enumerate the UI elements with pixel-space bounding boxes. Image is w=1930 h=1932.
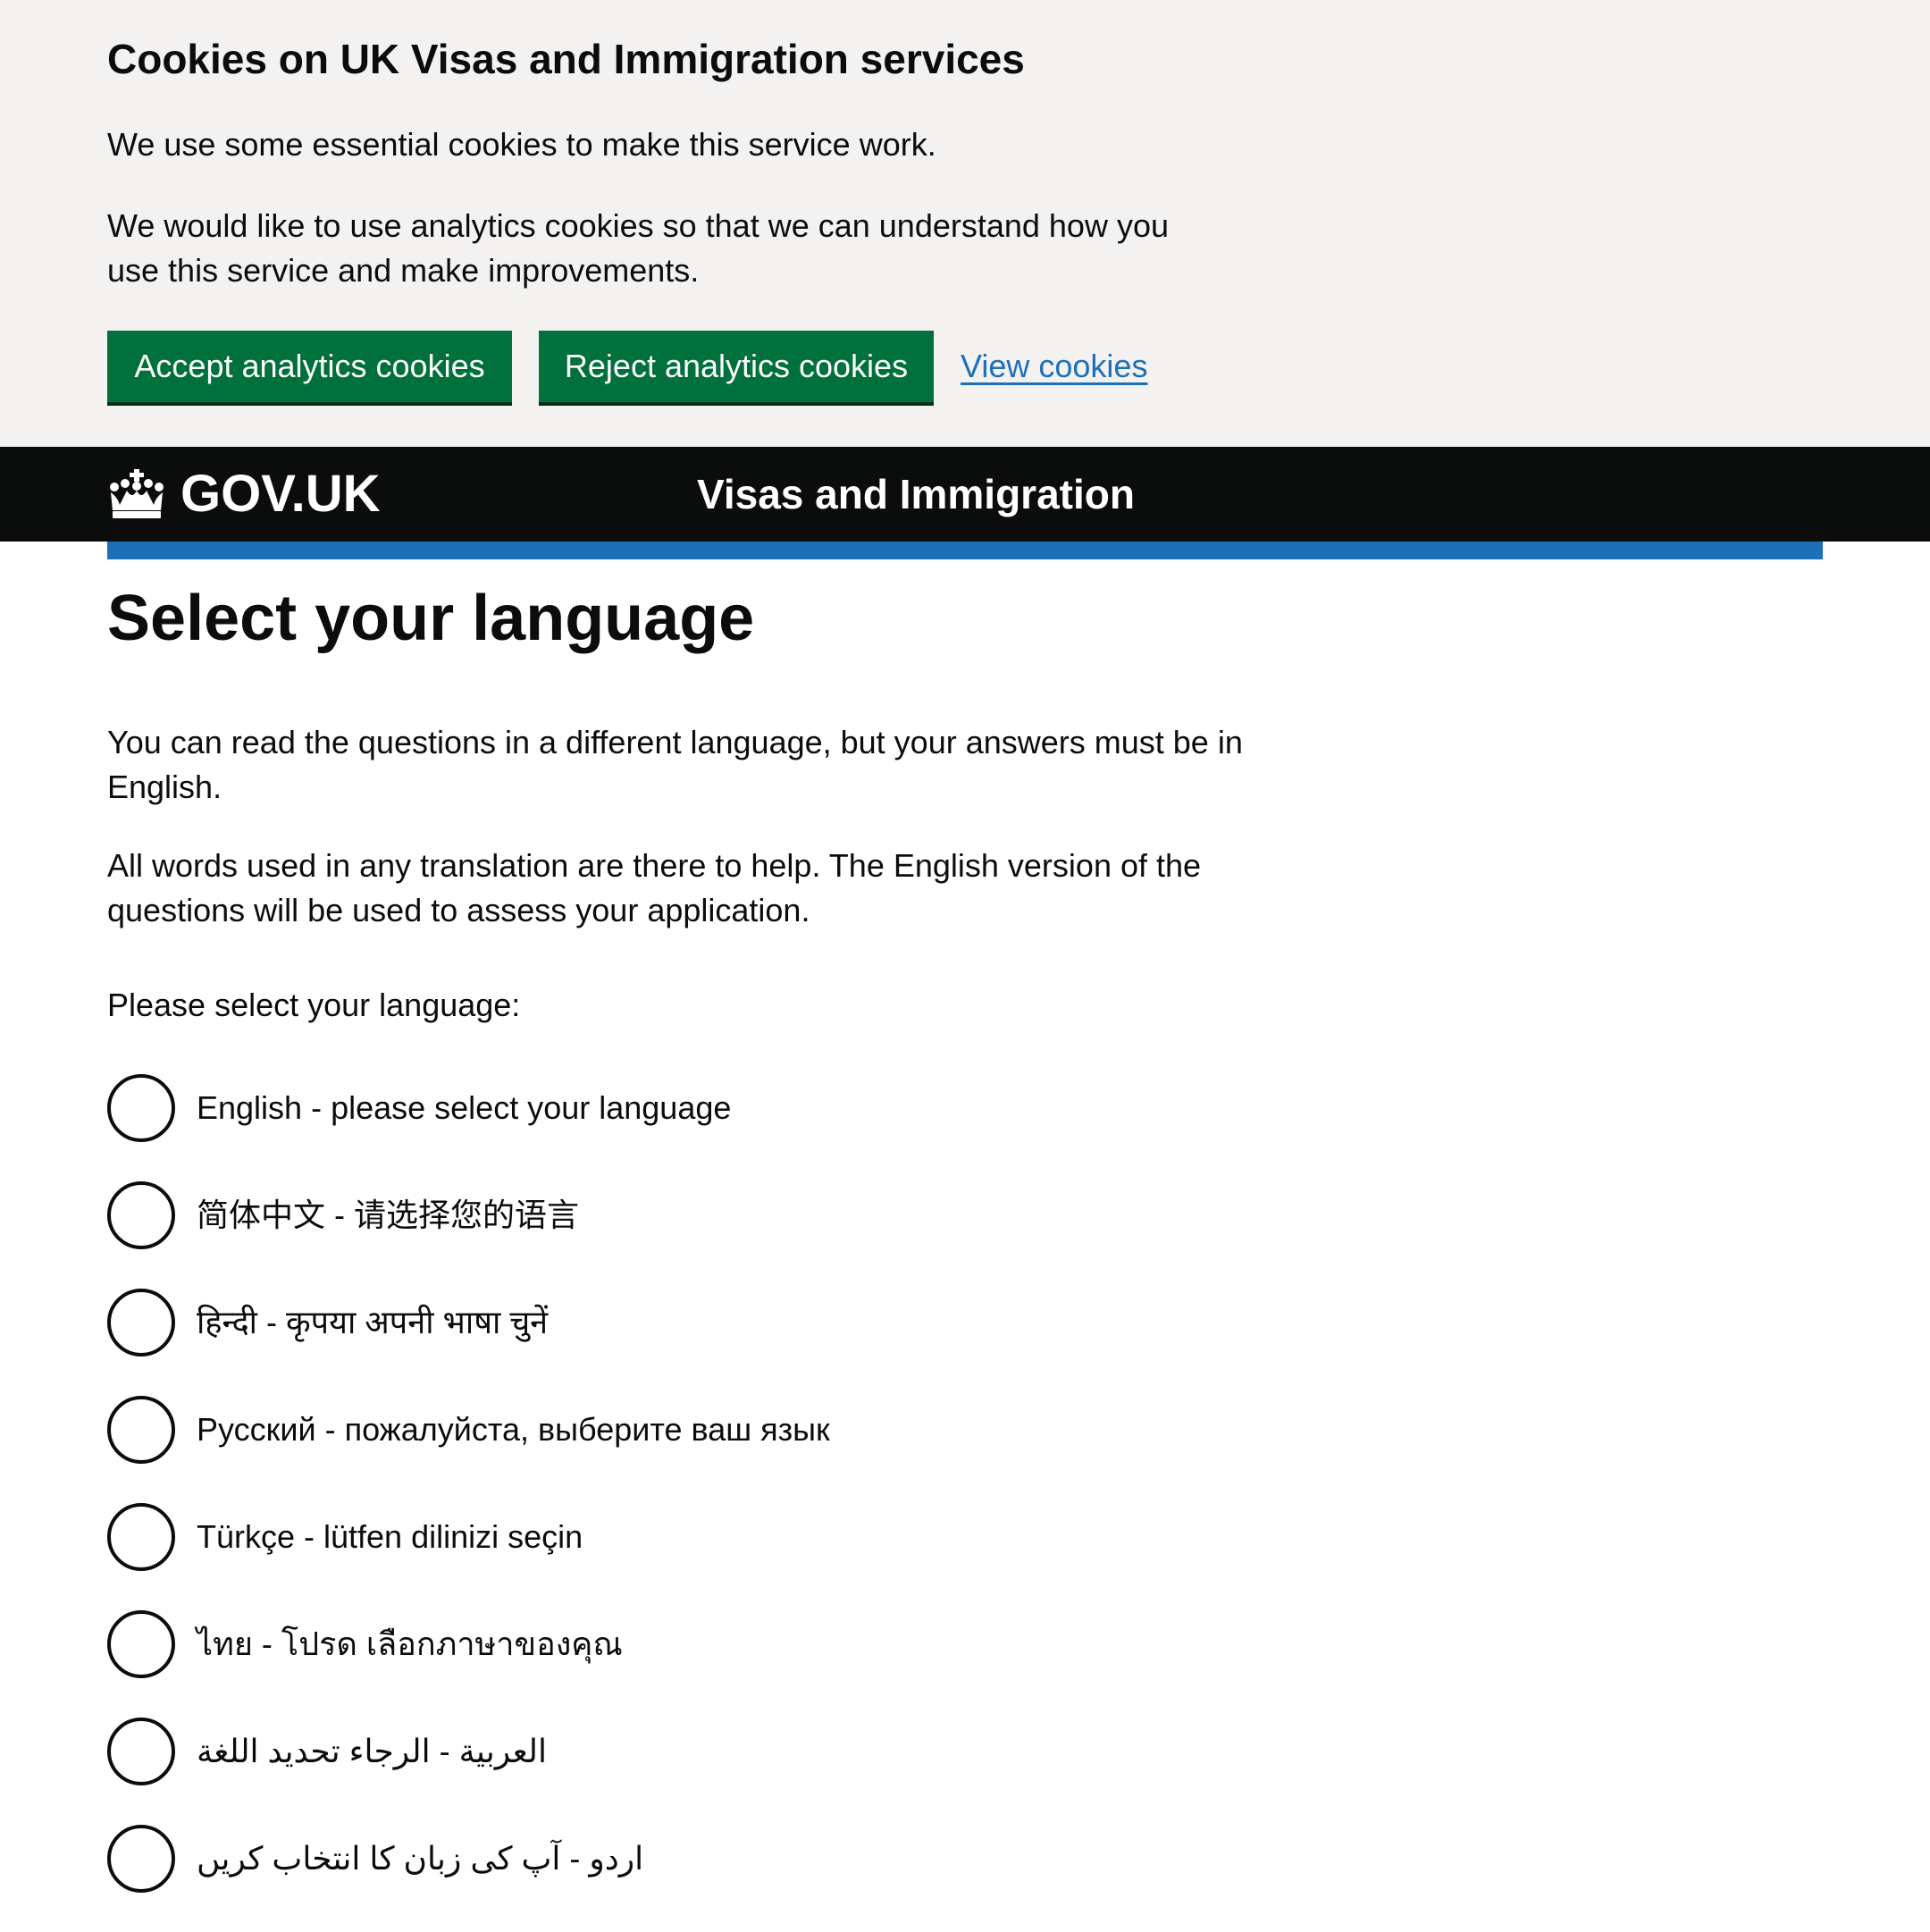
radio-button[interactable]	[107, 1396, 175, 1464]
language-option-thai[interactable]: ไทย - โปรด เลือกภาษาของคุณ	[107, 1610, 830, 1718]
language-option-arabic[interactable]: العربية - الرجاء تحديد اللغة	[107, 1718, 830, 1825]
language-option-urdu[interactable]: اردو - آپ کی زبان کا انتخاب کریں	[107, 1825, 830, 1932]
accept-analytics-cookies-button[interactable]: Accept analytics cookies	[107, 331, 512, 402]
radio-button[interactable]	[107, 1181, 175, 1249]
govuk-logo-link[interactable]: GOV.UK	[107, 466, 380, 522]
radio-label[interactable]: ไทย - โปรด เลือกภาษาของคุณ	[197, 1621, 623, 1667]
language-radio-group: English - please select your language 简体…	[107, 1074, 830, 1932]
radio-button[interactable]	[107, 1503, 175, 1571]
cookie-banner-title: Cookies on UK Visas and Immigration serv…	[107, 36, 1025, 82]
intro-paragraph: You can read the questions in a differen…	[107, 724, 1243, 805]
cookie-banner: Cookies on UK Visas and Immigration serv…	[0, 0, 1930, 447]
radio-button[interactable]	[107, 1825, 175, 1893]
radio-button[interactable]	[107, 1718, 175, 1785]
radio-button[interactable]	[107, 1289, 175, 1357]
language-option-chinese[interactable]: 简体中文 - 请选择您的语言	[107, 1181, 830, 1289]
radio-label[interactable]: Русский - пожалуйста, выберите ваш язык	[197, 1407, 830, 1453]
crown-icon	[107, 469, 166, 519]
radio-label[interactable]: اردو - آپ کی زبان کا انتخاب کریں	[197, 1835, 643, 1882]
site-header: GOV.UK Visas and Immigration	[0, 447, 1930, 542]
view-cookies-link[interactable]: View cookies	[961, 344, 1147, 389]
radio-button[interactable]	[107, 1610, 175, 1678]
language-option-turkish[interactable]: Türkçe - lütfen dilinizi seçin	[107, 1503, 830, 1610]
cookie-banner-essential-text: We use some essential cookies to make th…	[107, 126, 936, 163]
header-accent-bar	[107, 542, 1823, 559]
radio-label[interactable]: English - please select your language	[197, 1085, 731, 1131]
radio-label[interactable]: 简体中文 - 请选择您的语言	[197, 1192, 579, 1239]
translation-note-paragraph: All words used in any translation are th…	[107, 847, 1202, 928]
service-name-link[interactable]: Visas and Immigration	[697, 469, 1135, 519]
language-option-english[interactable]: English - please select your language	[107, 1074, 830, 1181]
cookie-banner-analytics-text: We would like to use analytics cookies s…	[107, 207, 1169, 289]
radio-label[interactable]: العربية - الرجاء تحديد اللغة	[197, 1728, 547, 1775]
radio-label[interactable]: हिन्दी - कृपया अपनी भाषा चुनें	[197, 1299, 548, 1346]
page-title: Select your language	[107, 583, 755, 654]
language-prompt: Please select your language:	[107, 987, 521, 1023]
radio-button[interactable]	[107, 1074, 175, 1142]
language-option-russian[interactable]: Русский - пожалуйста, выберите ваш язык	[107, 1396, 830, 1503]
radio-label[interactable]: Türkçe - lütfen dilinizi seçin	[197, 1514, 583, 1560]
govuk-logo-text: GOV.UK	[180, 465, 381, 523]
language-option-hindi[interactable]: हिन्दी - कृपया अपनी भाषा चुनें	[107, 1289, 830, 1396]
reject-analytics-cookies-button[interactable]: Reject analytics cookies	[539, 331, 934, 402]
